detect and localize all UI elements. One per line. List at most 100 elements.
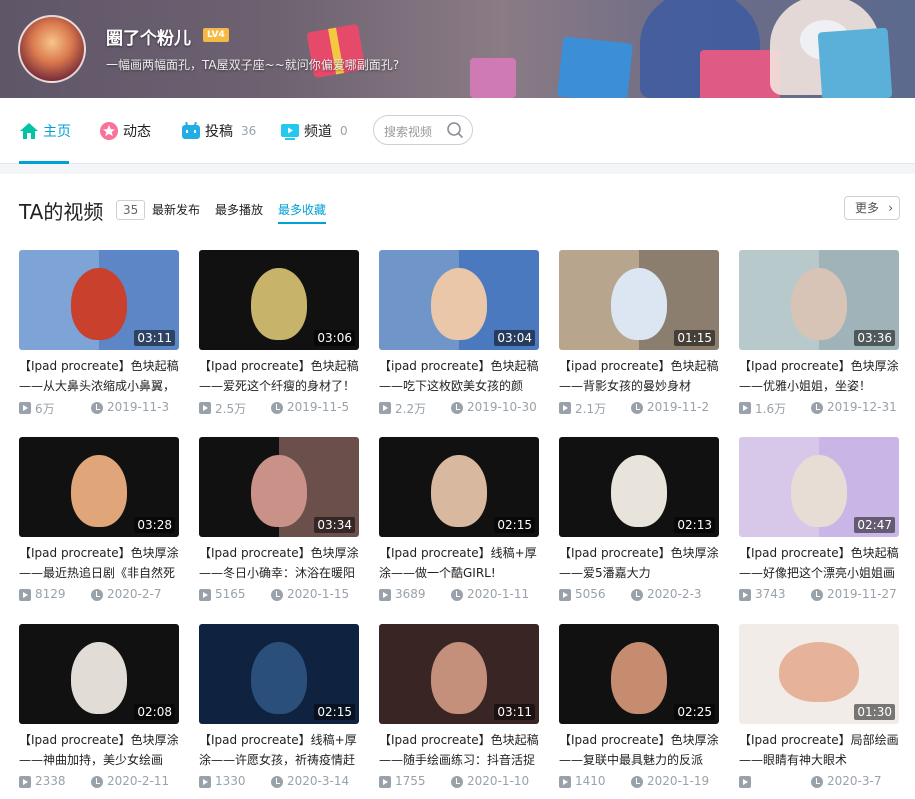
portrait-illustration (71, 268, 127, 340)
video-thumbnail[interactable]: 03:34 (199, 437, 359, 537)
video-title[interactable]: 【Ipad procreate】线稿+厚涂——许愿女孩，祈祷疫情赶 (199, 730, 361, 770)
video-thumbnail[interactable]: 03:11 (19, 250, 179, 350)
video-card[interactable]: 02:15 【Ipad procreate】线稿+厚涂——许愿女孩，祈祷疫情赶 13… (199, 624, 359, 799)
video-thumbnail[interactable]: 02:08 (19, 624, 179, 724)
video-title[interactable]: 【Ipad procreate】色块厚涂——神曲加持，美少女绘画 (19, 730, 181, 770)
video-card[interactable]: 02:13 【Ipad procreate】色块厚涂——爱5潘嘉大力 5056 202… (559, 437, 719, 617)
video-meta: 1.6万 2019-12-31 (739, 400, 899, 416)
video-meta: 3743 2019-11-27 (739, 587, 899, 603)
video-thumbnail[interactable]: 01:15 (559, 250, 719, 350)
profile-nav: 主页 动态 投稿 36 频道 0 搜索视频 (0, 98, 915, 164)
video-card[interactable]: 03:11 【Ipad procreate】色块起稿——从大鼻头浓缩成小鼻翼， 6万… (19, 250, 179, 430)
sort-most-favorited[interactable]: 最多收藏 (278, 201, 327, 224)
video-views: 2.2万 (395, 402, 427, 416)
level-badge: LV4 (203, 28, 229, 42)
username[interactable]: 圈了个粉儿 (106, 24, 191, 49)
sort-most-played[interactable]: 最多播放 (215, 201, 263, 218)
video-duration: 01:30 (854, 704, 895, 720)
video-duration: 02:13 (674, 517, 715, 533)
video-card[interactable]: 03:11 【Ipad procreate】色块起稿——随手绘画练习：抖音活捉 17… (379, 624, 539, 799)
video-views: 5056 (575, 587, 606, 601)
video-thumbnail[interactable]: 03:28 (19, 437, 179, 537)
video-thumbnail[interactable]: 03:04 (379, 250, 539, 350)
clock-icon (271, 402, 283, 414)
video-views: 1.6万 (755, 402, 787, 416)
clock-icon (811, 402, 823, 414)
video-title[interactable]: 【Ipad procreate】色块起稿——随手绘画练习：抖音活捉 (379, 730, 541, 770)
video-title[interactable]: 【Ipad procreate】色块厚涂——优雅小姐姐，坐姿！ (739, 356, 901, 396)
video-title[interactable]: 【Ipad procreate】局部绘画——眼睛有神大眼术 (739, 730, 901, 770)
video-thumbnail[interactable]: 02:15 (379, 437, 539, 537)
play-count-icon (199, 589, 211, 601)
video-thumbnail[interactable]: 01:30 (739, 624, 899, 724)
video-title[interactable]: 【Ipad procreate】色块厚涂——最近热追日剧《非自然死 (19, 543, 181, 583)
video-title[interactable]: 【Ipad procreate】色块起稿——爱死这个纤瘦的身材了！ (199, 356, 361, 396)
clock-icon (631, 402, 643, 414)
video-date: 2020-1-11 (467, 587, 530, 601)
section-title: TA的视频 (19, 200, 104, 224)
video-title[interactable]: 【ipad procreate】色块起稿——背影女孩的曼妙身材 (559, 356, 721, 396)
video-title[interactable]: 【Ipad procreate】色块厚涂——复联中最具魅力的反派 (559, 730, 721, 770)
video-title[interactable]: 【ipad procreate】色块起稿——吃下这枚欧美女孩的颜 (379, 356, 541, 396)
video-card[interactable]: 02:15 【Ipad procreate】线稿+厚涂——做一个酷GIRL! 368… (379, 437, 539, 617)
channel-icon (281, 124, 299, 140)
video-date: 2020-2-3 (647, 587, 702, 601)
tab-channel[interactable]: 频道 0 (280, 98, 348, 164)
video-views: 6万 (35, 402, 55, 416)
video-thumbnail[interactable]: 02:13 (559, 437, 719, 537)
video-thumbnail[interactable]: 03:36 (739, 250, 899, 350)
portrait-illustration (251, 455, 307, 527)
video-duration: 01:15 (674, 330, 715, 346)
video-card[interactable]: 02:47 【Ipad procreate】色块起稿——好像把这个漂亮小姐姐画 37… (739, 437, 899, 617)
video-card[interactable]: 03:06 【Ipad procreate】色块起稿——爱死这个纤瘦的身材了！ 2.… (199, 250, 359, 430)
video-title[interactable]: 【Ipad procreate】色块起稿——好像把这个漂亮小姐姐画 (739, 543, 901, 583)
video-card[interactable]: 02:08 【Ipad procreate】色块厚涂——神曲加持，美少女绘画 233… (19, 624, 179, 799)
portrait-illustration (611, 268, 667, 340)
video-thumbnail[interactable]: 02:15 (199, 624, 359, 724)
play-count-icon (199, 776, 211, 788)
tab-channel-count: 0 (340, 124, 348, 138)
video-thumbnail[interactable]: 03:06 (199, 250, 359, 350)
video-card[interactable]: 03:04 【ipad procreate】色块起稿——吃下这枚欧美女孩的颜 2.2… (379, 250, 539, 430)
video-card[interactable]: 02:25 【Ipad procreate】色块厚涂——复联中最具魅力的反派 141… (559, 624, 719, 799)
video-meta: 2.5万 2019-11-5 (199, 400, 359, 416)
sort-latest[interactable]: 最新发布 (152, 201, 200, 218)
video-card[interactable]: 01:15 【ipad procreate】色块起稿——背影女孩的曼妙身材 2.1万… (559, 250, 719, 430)
more-button[interactable]: 更多 › (844, 196, 900, 220)
clock-icon (451, 589, 463, 601)
video-title[interactable]: 【Ipad procreate】色块厚涂——爱5潘嘉大力 (559, 543, 721, 583)
clock-icon (451, 402, 463, 414)
tab-home[interactable]: 主页 (19, 98, 71, 164)
video-card[interactable]: 03:28 【Ipad procreate】色块厚涂——最近热追日剧《非自然死 81… (19, 437, 179, 617)
video-thumbnail[interactable]: 02:47 (739, 437, 899, 537)
play-count-icon (19, 589, 31, 601)
avatar[interactable] (18, 15, 86, 83)
video-card[interactable]: 03:36 【Ipad procreate】色块厚涂——优雅小姐姐，坐姿！ 1.6万… (739, 250, 899, 430)
clock-icon (811, 589, 823, 601)
video-card[interactable]: 03:34 【Ipad procreate】色块厚涂——冬日小确幸：沐浴在暖阳 51… (199, 437, 359, 617)
play-count-icon (379, 402, 391, 414)
search-icon[interactable] (446, 121, 464, 139)
video-title[interactable]: 【Ipad procreate】色块厚涂——冬日小确幸：沐浴在暖阳 (199, 543, 361, 583)
section-divider (0, 164, 915, 174)
video-date: 2020-1-15 (287, 587, 350, 601)
tab-home-label: 主页 (43, 124, 71, 140)
video-title[interactable]: 【Ipad procreate】线稿+厚涂——做一个酷GIRL! (379, 543, 541, 583)
video-views: 2.5万 (215, 402, 247, 416)
tab-upload-label: 投稿 (205, 124, 233, 140)
video-thumbnail[interactable]: 03:11 (379, 624, 539, 724)
video-duration: 03:34 (314, 517, 355, 533)
tab-upload[interactable]: 投稿 36 (181, 98, 256, 164)
home-icon (20, 123, 38, 139)
search-input[interactable]: 搜索视频 (373, 115, 473, 145)
clock-icon (811, 776, 823, 788)
tab-dynamic[interactable]: 动态 (99, 98, 151, 164)
video-meta: 2338 2020-2-11 (19, 774, 179, 790)
video-thumbnail[interactable]: 02:25 (559, 624, 719, 724)
video-date: 2019-11-5 (287, 400, 350, 414)
video-card[interactable]: 01:30 【Ipad procreate】局部绘画——眼睛有神大眼术 2020-3… (739, 624, 899, 799)
video-duration: 02:25 (674, 704, 715, 720)
play-count-icon (739, 402, 751, 414)
video-title[interactable]: 【Ipad procreate】色块起稿——从大鼻头浓缩成小鼻翼， (19, 356, 181, 396)
video-views: 5165 (215, 587, 246, 601)
